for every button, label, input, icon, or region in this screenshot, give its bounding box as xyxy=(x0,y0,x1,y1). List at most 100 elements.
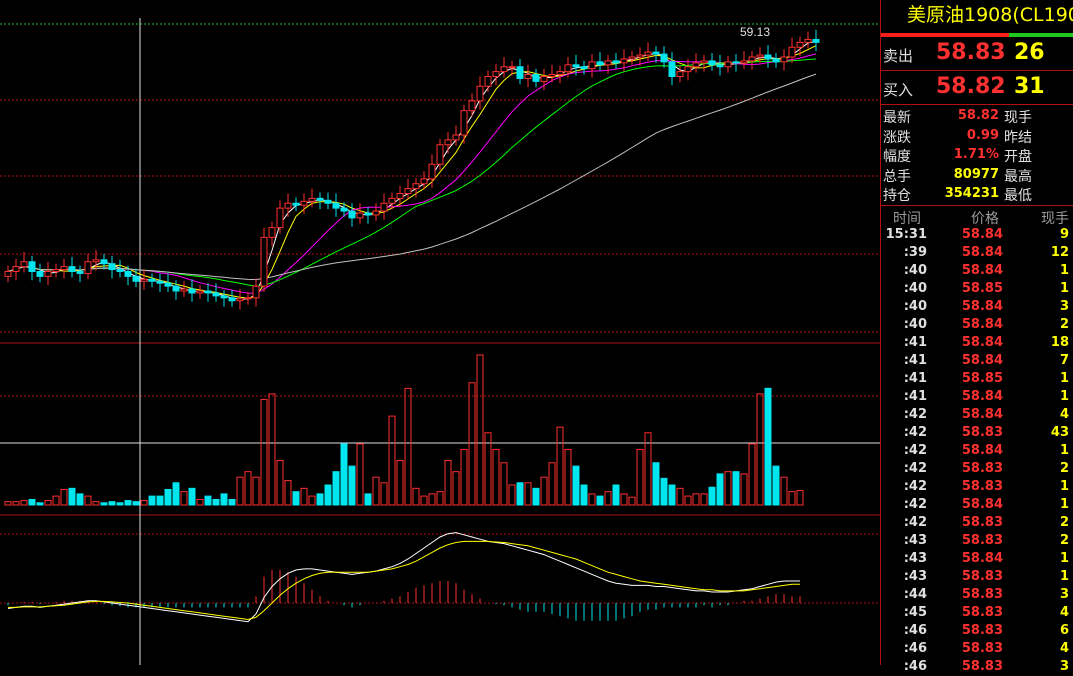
candle-body xyxy=(68,266,76,272)
tick-row[interactable]: :46 58.83 6 xyxy=(881,622,1073,640)
candle-body xyxy=(52,269,60,272)
tick-volume: 3 xyxy=(1059,298,1069,314)
tick-price: 58.84 xyxy=(961,262,1003,278)
candle-body xyxy=(388,197,396,204)
tick-volume: 2 xyxy=(1059,514,1069,530)
volume-bar xyxy=(252,476,260,506)
candle-body xyxy=(180,288,188,292)
tick-row[interactable]: :42 58.84 1 xyxy=(881,496,1073,514)
tick-row[interactable]: :43 58.83 2 xyxy=(881,532,1073,550)
candle-body xyxy=(428,163,436,180)
volume-bar xyxy=(308,495,316,506)
tick-price: 58.84 xyxy=(961,388,1003,404)
tick-volume: 6 xyxy=(1059,622,1069,638)
candle-body xyxy=(532,74,540,82)
volume-bar xyxy=(724,471,732,506)
stat-label-secondary: 现手 xyxy=(1004,110,1032,126)
volume-bar xyxy=(484,432,492,506)
tick-time: :42 xyxy=(903,514,927,530)
kline-chart-area[interactable]: 59.13 xyxy=(0,0,880,665)
volume-bar xyxy=(556,426,564,506)
candle-body xyxy=(372,210,380,216)
stat-value: 1.71% xyxy=(953,147,999,162)
tick-volume: 1 xyxy=(1059,388,1069,404)
candle-body xyxy=(764,54,772,60)
candle-body xyxy=(100,259,108,265)
volume-bar xyxy=(164,488,172,506)
volume-bar xyxy=(324,484,332,506)
tick-time: :46 xyxy=(903,640,927,656)
tick-price: 58.84 xyxy=(961,406,1003,422)
tick-row[interactable]: 15:31 58.84 9 xyxy=(881,226,1073,244)
candle-body xyxy=(92,259,100,263)
candle-body xyxy=(556,71,564,76)
volume-bar xyxy=(636,448,644,506)
tick-row[interactable]: :42 58.83 43 xyxy=(881,424,1073,442)
volume-bar xyxy=(148,495,156,506)
candle-body xyxy=(420,178,428,185)
tick-row[interactable]: :42 58.84 4 xyxy=(881,406,1073,424)
tick-volume: 1 xyxy=(1059,280,1069,296)
tick-row[interactable]: :39 58.84 12 xyxy=(881,244,1073,262)
tick-row[interactable]: :40 58.84 2 xyxy=(881,316,1073,334)
candle-body xyxy=(524,74,532,79)
volume-bar xyxy=(84,495,92,506)
tick-row[interactable]: :40 58.84 3 xyxy=(881,298,1073,316)
tick-volume: 1 xyxy=(1059,568,1069,584)
volume-bar xyxy=(420,495,428,506)
tick-row[interactable]: :42 58.83 1 xyxy=(881,478,1073,496)
candle-body xyxy=(788,46,796,58)
volume-bar xyxy=(292,491,300,506)
tick-row[interactable]: :40 58.85 1 xyxy=(881,280,1073,298)
candle-body xyxy=(612,60,620,64)
tick-row[interactable]: :45 58.83 4 xyxy=(881,604,1073,622)
volume-bar xyxy=(676,487,684,506)
volume-bar xyxy=(476,354,484,506)
tick-price: 58.83 xyxy=(961,424,1003,440)
tick-volume: 2 xyxy=(1059,316,1069,332)
volume-bar xyxy=(116,502,124,506)
candle-body xyxy=(572,64,580,68)
candle-body xyxy=(500,66,508,73)
ask-label: 卖出 xyxy=(883,47,914,65)
tick-price: 58.84 xyxy=(961,316,1003,332)
tick-row[interactable]: :42 58.83 2 xyxy=(881,460,1073,478)
bid-row[interactable]: 买入 58.82 31 xyxy=(881,71,1073,105)
tick-row[interactable]: :43 58.84 1 xyxy=(881,550,1073,568)
ask-row[interactable]: 卖出 58.83 26 xyxy=(881,37,1073,71)
tick-price: 58.84 xyxy=(961,442,1003,458)
tick-volume: 12 xyxy=(1050,244,1069,260)
tick-row[interactable]: :46 58.83 4 xyxy=(881,640,1073,658)
tick-row[interactable]: :41 58.84 7 xyxy=(881,352,1073,370)
candle-body xyxy=(628,56,636,60)
stat-label-secondary: 昨结 xyxy=(1004,129,1032,146)
volume-bar xyxy=(716,473,724,506)
tick-list[interactable]: 15:31 58.84 9:39 58.84 12:40 58.84 1:40 58.85 1:… xyxy=(881,226,1073,676)
volume-bar xyxy=(180,491,188,506)
tick-row[interactable]: :46 58.83 3 xyxy=(881,658,1073,676)
tick-row[interactable]: :41 58.85 1 xyxy=(881,370,1073,388)
candle-body xyxy=(20,261,28,268)
tick-row[interactable]: :42 58.83 2 xyxy=(881,514,1073,532)
candle-body xyxy=(660,53,668,63)
volume-bar xyxy=(196,498,204,506)
ticks-header-volume: 现手 xyxy=(1041,210,1069,227)
tick-price: 58.84 xyxy=(961,226,1003,242)
tick-volume: 3 xyxy=(1059,586,1069,602)
candle-body xyxy=(700,60,708,64)
tick-row[interactable]: :42 58.84 1 xyxy=(881,442,1073,460)
bid-volume: 31 xyxy=(1014,74,1045,99)
candle-body xyxy=(396,193,404,199)
tick-price: 58.83 xyxy=(961,604,1003,620)
volume-bar xyxy=(380,482,388,506)
tick-row[interactable]: :41 58.84 1 xyxy=(881,388,1073,406)
tick-row[interactable]: :44 58.83 3 xyxy=(881,586,1073,604)
volume-bar xyxy=(740,473,748,506)
kline-chart-canvas[interactable]: 59.13 xyxy=(0,0,880,665)
last-price-label: 59.13 xyxy=(740,25,770,39)
tick-row[interactable]: :41 58.84 18 xyxy=(881,334,1073,352)
tick-row[interactable]: :40 58.84 1 xyxy=(881,262,1073,280)
candle-body xyxy=(84,261,92,274)
tick-row[interactable]: :43 58.83 1 xyxy=(881,568,1073,586)
volume-bar xyxy=(436,491,444,506)
